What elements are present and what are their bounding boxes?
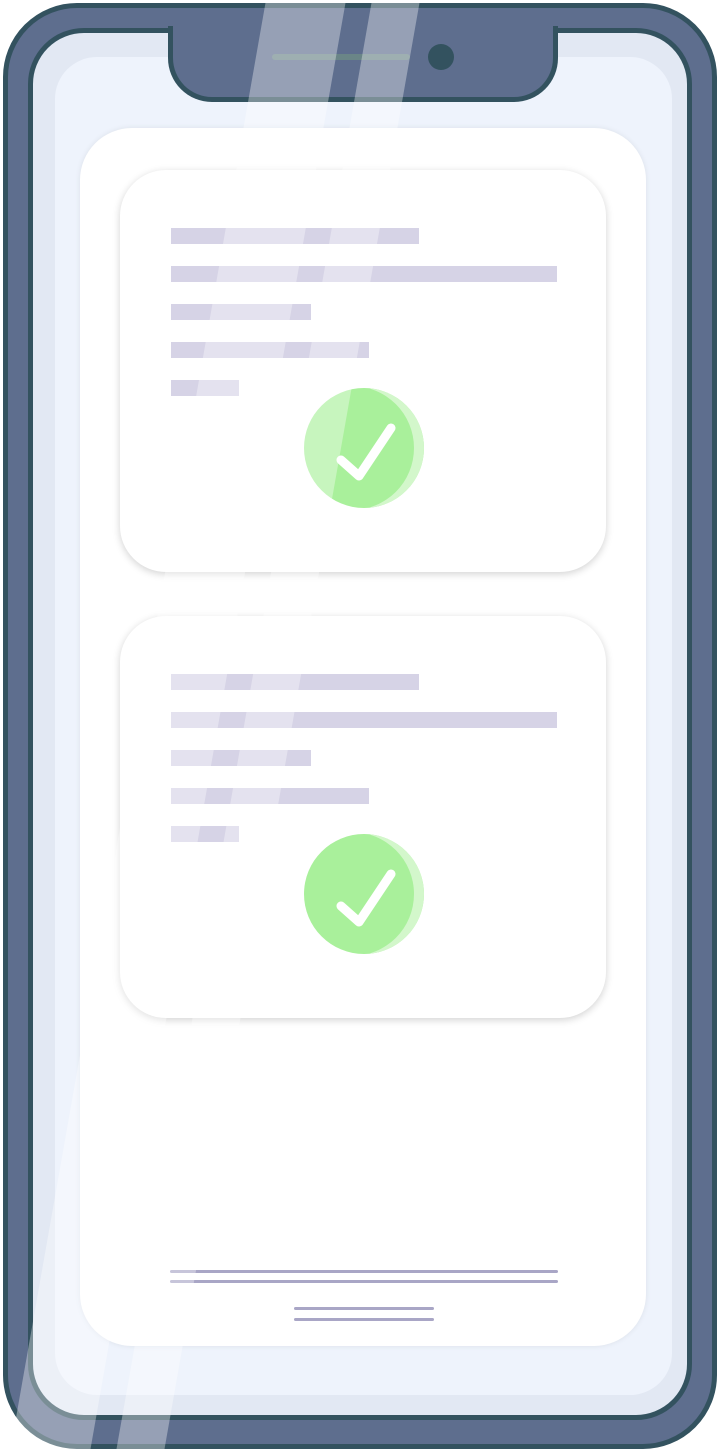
home-indicator[interactable] [294, 1307, 434, 1310]
check-circle-icon [304, 834, 424, 954]
bottom-divider [170, 1280, 558, 1283]
camera-icon [428, 44, 454, 70]
bottom-divider [170, 1270, 558, 1273]
phone-illustration [0, 0, 726, 1456]
home-indicator [294, 1318, 434, 1321]
placeholder-line [171, 712, 557, 728]
